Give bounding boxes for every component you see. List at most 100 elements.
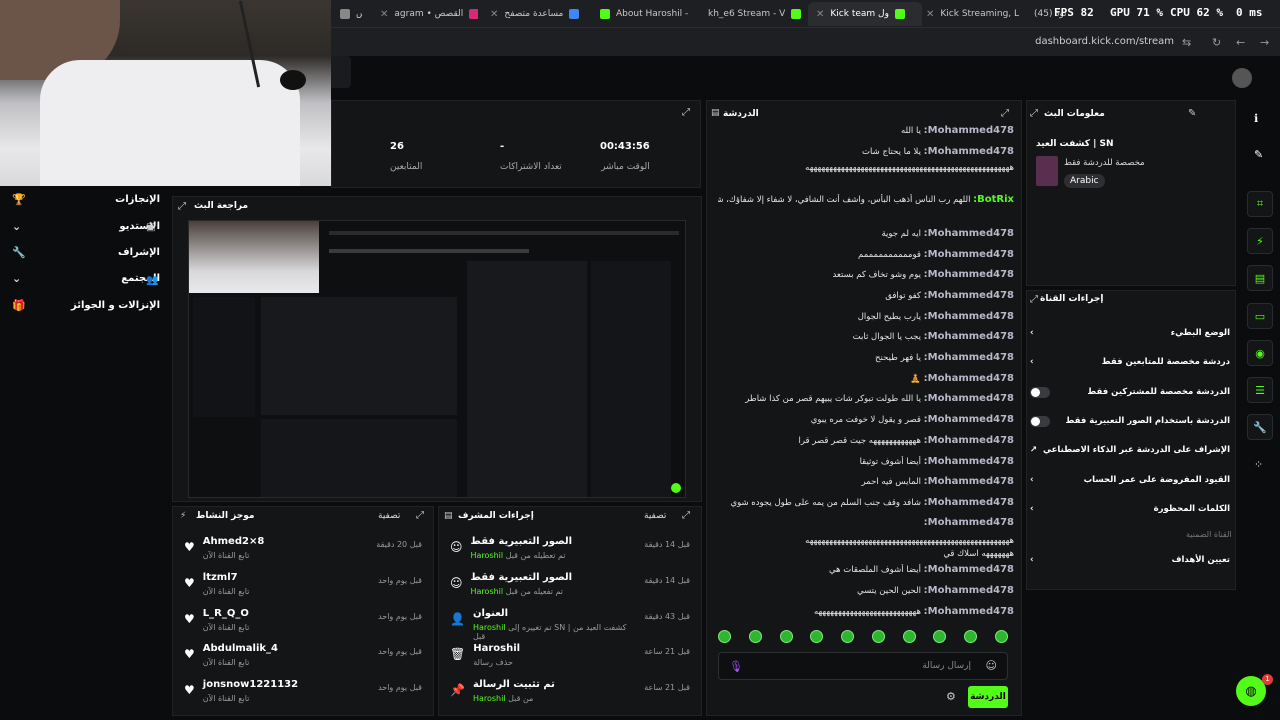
language-tag[interactable]: Arabic (1064, 174, 1105, 188)
activity-item: ♥ jonsnow1221132 تابع القناة الآن قبل يوم… (184, 679, 422, 703)
chat-username[interactable]: Mohammed478: (924, 125, 1014, 136)
notes-icon[interactable]: ▤ (1247, 265, 1273, 291)
info-icon[interactable]: ℹ (1254, 112, 1258, 125)
layout-icon[interactable]: ☰ (1247, 377, 1273, 403)
browser-tab[interactable]: ✕ agram • القصص (372, 2, 478, 26)
close-icon[interactable]: ✕ (490, 9, 498, 20)
browser-tab[interactable]: مس (332, 2, 362, 26)
chat-username[interactable]: Mohammed478: (924, 290, 1014, 301)
edit-icon[interactable]: ✎ (1254, 148, 1263, 161)
close-icon[interactable]: ✕ (380, 9, 388, 20)
emotes-only-toggle[interactable] (1030, 415, 1050, 427)
expand-icon[interactable]: ⤢ (1030, 108, 1038, 119)
emote-icon[interactable] (841, 630, 855, 643)
chat-username[interactable]: Mohammed478: (924, 352, 1014, 363)
browser-tab[interactable]: About Haroshil - (592, 2, 696, 26)
chat-input[interactable]: 🎙 إرسال رسالة ☺ (718, 652, 1008, 680)
emote-icon[interactable] (810, 630, 824, 643)
chat-username[interactable]: Mohammed478: (924, 249, 1014, 260)
browser-tab[interactable]: kh_e6 Stream - V (700, 2, 804, 26)
chat-username[interactable]: Mohammed478: (924, 435, 1014, 446)
subscribers-only-toggle[interactable] (1030, 386, 1050, 398)
followers-only-row[interactable]: دردشة مخصصة للمتابعين فقط › (1030, 352, 1230, 372)
forward-icon[interactable]: → (1260, 36, 1269, 49)
chat-message: Mohammed478: الحين الحين يتسي (718, 585, 1014, 597)
chat-username[interactable]: Mohammed478: (924, 606, 1014, 617)
lightning-icon[interactable]: ⚡ (1247, 228, 1273, 254)
chat-username[interactable]: Mohammed478: (924, 564, 1014, 575)
chat-username[interactable]: Mohammed478: (924, 269, 1014, 280)
url-text[interactable]: dashboard.kick.com/stream (1035, 36, 1174, 47)
close-icon[interactable]: ✕ (816, 9, 824, 20)
browser-tab-active[interactable]: ✕ Kick team ول (808, 2, 922, 26)
chat-username[interactable]: Mohammed478: (924, 456, 1014, 467)
account-age-row[interactable]: القيود المفروضة على عمر الحساب › (1030, 470, 1230, 490)
sidebar-item-drops[interactable]: 🎁 الإنزالات و الجوائز (0, 294, 172, 316)
expand-icon[interactable]: ⤢ (1001, 108, 1009, 119)
expand-icon[interactable]: ⤢ (682, 510, 690, 521)
chat-username[interactable]: Mohammed478: (924, 517, 1014, 528)
microphone-icon[interactable]: 🎙 (729, 660, 743, 673)
activity-filter[interactable]: تصفية (378, 511, 400, 521)
chat-username[interactable]: Mohammed478: (924, 476, 1014, 487)
reload-icon[interactable]: ↻ (1212, 36, 1221, 49)
chat-username[interactable]: Mohammed478: (924, 393, 1014, 404)
chat-message: Mohammed478: شافد وقف جنب السلم من يمه ع… (718, 497, 1014, 509)
set-goals-row[interactable]: تعيين الأهداف › (1030, 550, 1230, 570)
browser-tab[interactable]: ✕ مساعدة متصفح (482, 2, 586, 26)
mod-action-item: 🗑 Haroshil حذف رسالة قبل 21 ساعة (450, 643, 690, 667)
gift-icon: 🎁 (12, 298, 26, 312)
emoji-icon: ☺ (450, 576, 463, 590)
emote-icon[interactable] (964, 630, 978, 643)
ai-moderation-row[interactable]: الإشراف على الدردشة عبر الذكاء الاصطناعي… (1030, 440, 1230, 460)
clip-icon[interactable]: ⌗ (1247, 191, 1273, 217)
chat-username[interactable]: Mohammed478: (924, 414, 1014, 425)
more-icon[interactable]: ⁘ (1254, 458, 1263, 471)
wrench-icon[interactable]: 🔧 (1247, 414, 1273, 440)
bot-username[interactable]: BotRix: (973, 194, 1014, 205)
category-thumbnail[interactable] (1036, 156, 1058, 186)
banned-words-row[interactable]: الكلمات المحظورة › (1030, 499, 1230, 519)
header-search[interactable] (331, 56, 351, 88)
chat-username[interactable]: Mohammed478: (924, 497, 1014, 508)
browser-tab[interactable]: ✕ Kick Streaming, L (918, 2, 1022, 26)
chat-username[interactable]: Mohammed478: (924, 146, 1014, 157)
emote-icon[interactable] (748, 630, 762, 643)
mod-actions-filter[interactable]: تصفية (644, 511, 666, 521)
chat-username[interactable]: Mohammed478: (924, 331, 1014, 342)
emoji-icon: ☺ (450, 540, 463, 554)
chat-message-text: يارب يطيح الجوال (857, 312, 921, 322)
emoji-picker-icon[interactable]: ☺ (986, 659, 997, 672)
emote-icon[interactable] (871, 630, 885, 643)
expand-icon[interactable]: ⤢ (1030, 294, 1038, 305)
chat-icon[interactable]: ▭ (1247, 303, 1273, 329)
chat-username[interactable]: Mohammed478: (924, 585, 1014, 596)
slow-mode-row[interactable]: الوضع البطيء › (1030, 323, 1230, 343)
chat-username[interactable]: Mohammed478: (924, 228, 1014, 239)
broadcast-icon[interactable]: ◉ (1247, 340, 1273, 366)
site-settings-icon[interactable]: ⇆ (1182, 36, 1191, 49)
sidebar-item-moderation[interactable]: 🔧 الإشراف (0, 241, 172, 263)
subscribers-only-row: الدردشة مخصصة للمشتركين فقط (1030, 382, 1230, 402)
avatar[interactable] (1232, 68, 1252, 88)
emote-icon[interactable] (994, 630, 1008, 643)
emote-icon[interactable] (902, 630, 916, 643)
sidebar-item-achievements[interactable]: 🏆 الإنجازات (0, 188, 172, 210)
expand-icon[interactable]: ⤢ (682, 107, 690, 118)
chat-username[interactable]: Mohammed478: (924, 311, 1014, 322)
chat-message-text: يلا ما يحتاج شات (862, 147, 921, 157)
emote-icon[interactable] (718, 630, 731, 643)
expand-icon[interactable]: ⤢ (178, 201, 186, 212)
back-icon[interactable]: ← (1236, 36, 1245, 49)
stream-preview[interactable] (188, 220, 686, 498)
chat-message-text: هههههههههههههههههههههههههههههههههههههههه… (805, 163, 1014, 173)
edit-icon[interactable]: ✎ (1188, 108, 1196, 119)
emote-icon[interactable] (779, 630, 793, 643)
chat-username[interactable]: Mohammed478: (924, 373, 1014, 384)
close-icon[interactable]: ✕ (926, 9, 934, 20)
emote-icon[interactable] (933, 630, 947, 643)
gear-icon[interactable]: ⚙ (946, 690, 956, 703)
expand-icon[interactable]: ⤢ (416, 510, 424, 521)
send-chat-button[interactable]: الدردشة (968, 686, 1008, 708)
chat-message-text: أيضا أشوف توثيقا (859, 457, 921, 467)
